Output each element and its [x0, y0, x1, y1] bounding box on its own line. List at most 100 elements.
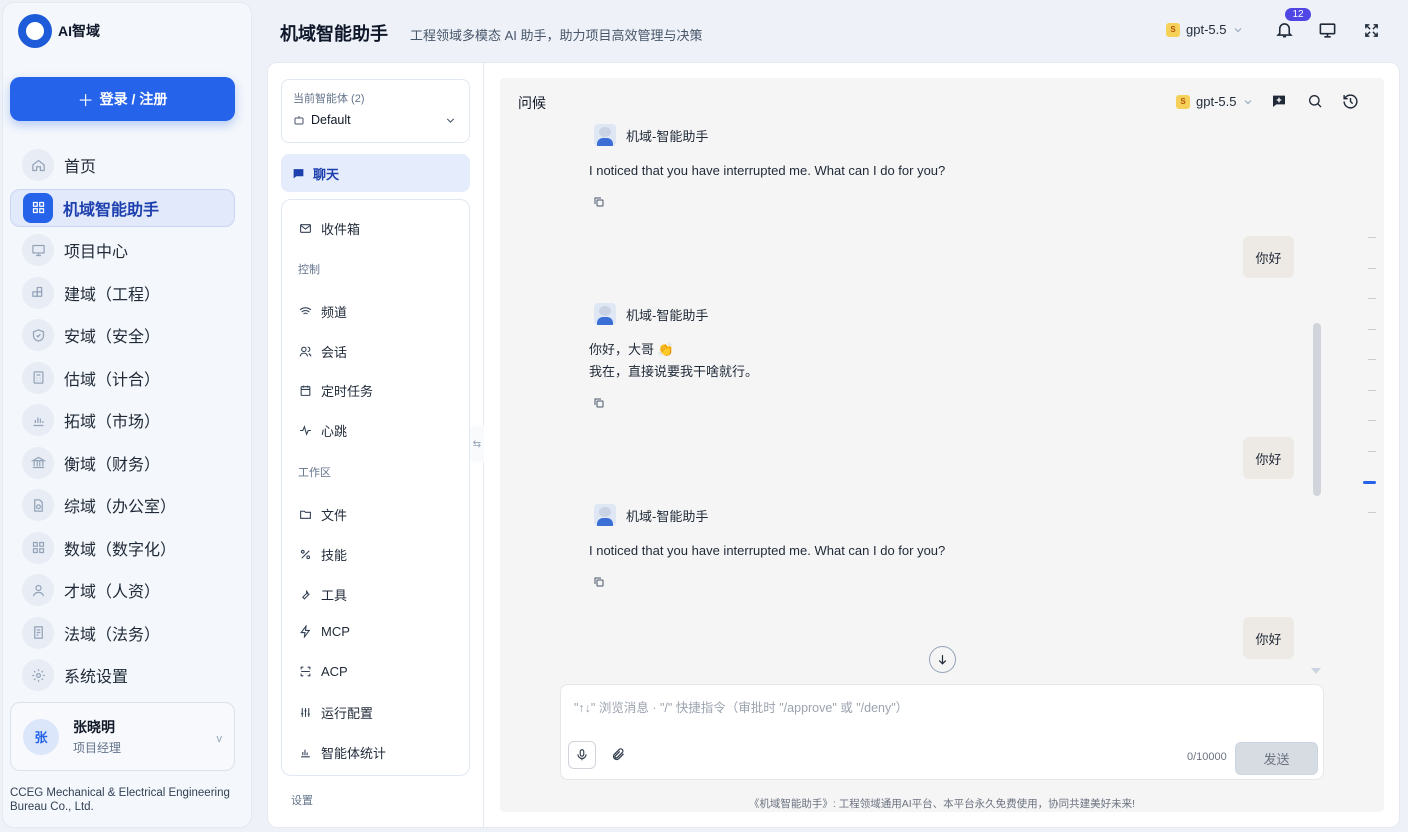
menu-label: 定时任务 — [321, 384, 374, 399]
menu-label: 频道 — [321, 305, 348, 320]
calculator-icon — [22, 361, 54, 394]
sidebar-item-legal[interactable]: 法域（法务） — [10, 614, 235, 652]
chevron-down-icon — [1235, 27, 1242, 32]
attach-button[interactable] — [611, 747, 626, 762]
search-button[interactable] — [1307, 93, 1323, 109]
history-button[interactable] — [1342, 93, 1359, 110]
menu-runtime[interactable]: 运行配置 — [299, 703, 373, 722]
message-nav-tick[interactable] — [1368, 329, 1376, 330]
menu-tools[interactable]: 工具 — [299, 585, 347, 604]
sidebar-item-label: 项目中心 — [64, 244, 129, 261]
sidebar-item-safety[interactable]: 安域（安全） — [10, 316, 235, 354]
message-nav-tick[interactable] — [1368, 298, 1376, 299]
menu-scheduled[interactable]: 定时任务 — [299, 381, 373, 400]
scroll-down-button[interactable] — [929, 646, 956, 673]
sidebar-item-market[interactable]: 拓域（市场） — [10, 401, 235, 439]
message-nav-tick[interactable] — [1368, 420, 1376, 421]
user-message: 你好 — [1243, 236, 1294, 278]
sidebar-item-engineering[interactable]: 建域（工程） — [10, 274, 235, 312]
copy-button[interactable] — [593, 196, 605, 208]
shield-icon — [22, 319, 54, 351]
copy-icon — [594, 197, 604, 207]
model-selector[interactable]: S gpt-5.5 — [1166, 22, 1244, 37]
message-nav-tick-active[interactable] — [1363, 481, 1376, 484]
fullscreen-button[interactable] — [1363, 22, 1380, 39]
tab-chat[interactable]: 聊天 — [281, 154, 470, 192]
menu-skills[interactable]: 技能 — [299, 545, 347, 564]
sidebar-item-label: 衡域（财务） — [64, 456, 161, 474]
menu-acp[interactable]: ACP — [299, 664, 348, 679]
sidebar-item-digital[interactable]: 数域（数字化） — [10, 529, 235, 567]
notification-button[interactable] — [1275, 20, 1294, 39]
lightning-icon — [300, 625, 311, 638]
sidebar-item-estimate[interactable]: 估域（计合） — [10, 359, 235, 397]
chevron-down-icon[interactable]: v — [217, 733, 223, 745]
sidebar-item-label: 才域（人资） — [64, 584, 161, 601]
history-icon — [1343, 94, 1358, 109]
search-icon — [1309, 95, 1322, 108]
section-workspace: 工作区 — [298, 467, 331, 479]
voice-input-button[interactable] — [568, 741, 596, 769]
chat-icon — [293, 168, 304, 178]
menu-channel[interactable]: 频道 — [299, 302, 347, 321]
message-nav-tick[interactable] — [1368, 359, 1376, 360]
scan-icon — [300, 666, 311, 677]
sidebar-item-label: 建域（工程） — [64, 286, 161, 304]
folder-icon — [300, 510, 311, 519]
menu-stats[interactable]: 智能体统计 — [299, 743, 386, 762]
paperclip-icon — [612, 748, 624, 761]
menu-files[interactable]: 文件 — [299, 505, 347, 524]
copy-button[interactable] — [593, 397, 605, 409]
message-composer[interactable]: "↑↓" 浏览消息 · "/" 快捷指令（审批时 "/approve" 或 "/… — [560, 684, 1324, 780]
sidebar-item-finance[interactable]: 衡域（财务） — [10, 444, 235, 482]
sidebar-item-hr[interactable]: 才域（人资） — [10, 571, 235, 609]
message-nav-tick[interactable] — [1368, 237, 1376, 238]
menu-label: 文件 — [321, 508, 348, 523]
collapse-handle[interactable]: ⇆ — [470, 426, 484, 462]
scrollbar[interactable] — [1313, 323, 1321, 496]
message-nav-tick[interactable] — [1368, 268, 1376, 269]
send-button[interactable]: 发送 — [1235, 742, 1318, 775]
chat-model-selector[interactable]: S gpt-5.5 — [1176, 94, 1254, 109]
sidebar-item-home[interactable]: 首页 — [10, 146, 235, 184]
wifi-icon — [299, 307, 312, 317]
agent-value: Default — [311, 113, 351, 127]
chevron-down-icon — [446, 118, 455, 123]
user-card[interactable]: 张 张晓明 项目经理 v — [10, 702, 235, 771]
plus-icon: ＋ — [77, 93, 94, 110]
sidebar-item-assistant[interactable]: 机域智能助手 — [10, 188, 235, 227]
sidebar-item-label: 综域（办公室） — [64, 499, 177, 516]
bot-name: 机域-智能助手 — [626, 307, 709, 323]
chat-model-label: gpt-5.5 — [1196, 94, 1237, 109]
conversation-title: 问候 — [518, 95, 546, 111]
bell-icon — [1276, 23, 1293, 38]
message-nav-tick[interactable] — [1368, 512, 1376, 513]
user-name: 张晓明 — [73, 719, 115, 735]
sidebar-item-office[interactable]: 综域（办公室） — [10, 486, 235, 524]
menu-session[interactable]: 会话 — [299, 342, 347, 361]
sidebar-item-projects[interactable]: 项目中心 — [10, 231, 235, 269]
company-name: CCEG Mechanical & Electrical Engineering… — [10, 787, 230, 813]
grid-icon — [23, 192, 53, 223]
notification-badge: 12 — [1285, 8, 1311, 21]
footer-disclaimer: 《机域智能助手》: 工程领域通用AI平台、本平台永久免费使用，协同共建美好未来! — [748, 798, 1136, 810]
copy-button[interactable] — [593, 576, 605, 588]
bank-icon — [22, 446, 54, 479]
sidebar-item-label: 首页 — [64, 159, 97, 176]
sliders-icon — [301, 708, 310, 717]
menu-heartbeat[interactable]: 心跳 — [299, 421, 347, 440]
agent-label: 当前智能体 (2) — [293, 93, 365, 105]
menu-mcp[interactable]: MCP — [299, 624, 350, 639]
sidebar-item-settings[interactable]: 系统设置 — [10, 656, 235, 694]
document-icon — [22, 489, 54, 521]
message-nav-tick[interactable] — [1368, 390, 1376, 391]
message-nav-tick[interactable] — [1368, 451, 1376, 452]
user-role: 项目经理 — [73, 741, 122, 755]
app-logo[interactable]: AI智域 — [18, 14, 100, 48]
new-chat-button[interactable] — [1271, 93, 1287, 109]
message-input[interactable]: "↑↓" 浏览消息 · "/" 快捷指令（审批时 "/approve" 或 "/… — [574, 697, 908, 716]
agent-selector[interactable]: 当前智能体 (2) Default — [281, 79, 470, 143]
menu-inbox[interactable]: 收件箱 — [299, 219, 360, 238]
screen-button[interactable] — [1318, 21, 1337, 40]
login-register-button[interactable]: ＋ 登录 / 注册 — [10, 77, 235, 121]
